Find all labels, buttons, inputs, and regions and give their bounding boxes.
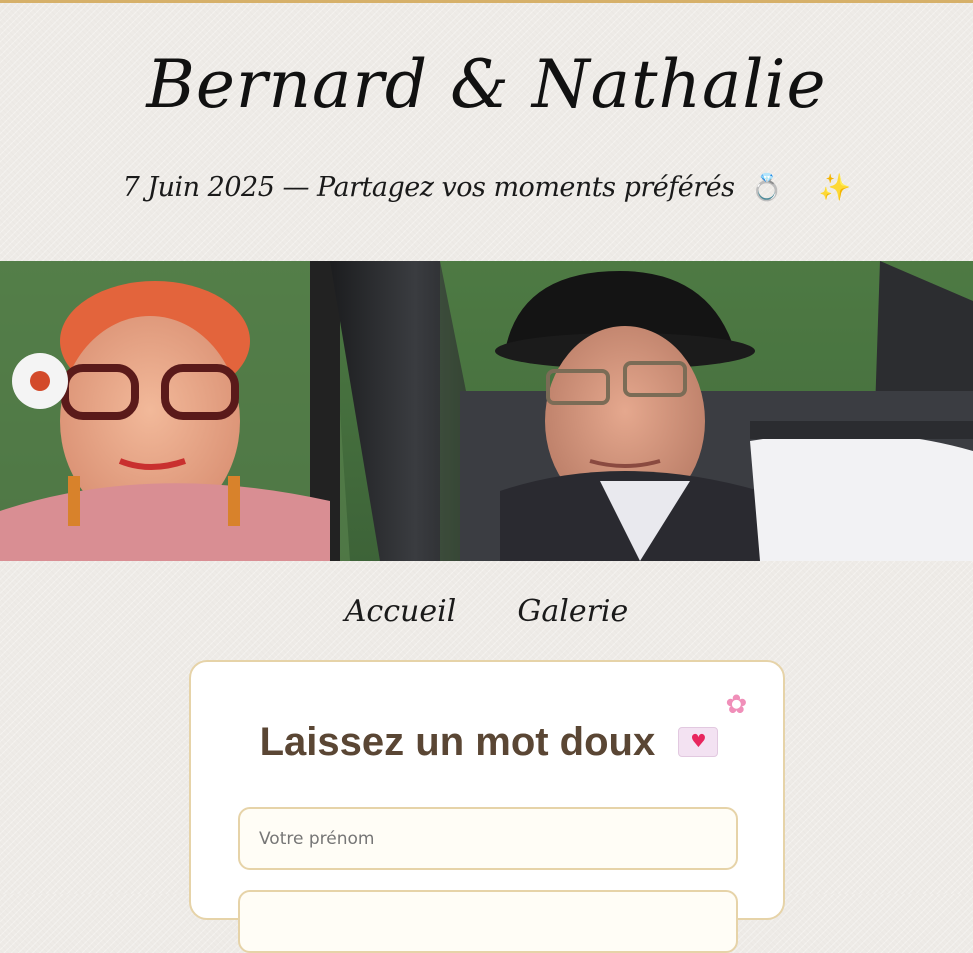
- site-title: Bernard & Nathalie: [146, 46, 827, 123]
- form-title-text: Laissez un mot doux: [259, 720, 656, 764]
- love-letter-icon: ♥ ✿: [678, 692, 747, 762]
- ring-icon: 💍: [750, 173, 783, 203]
- sparkles-icon: ✨: [818, 173, 851, 203]
- subtitle-text: 7 Juin 2025 — Partagez vos moments préfé…: [122, 172, 735, 203]
- site-header: Bernard & Nathalie 7 Juin 2025 — Partage…: [0, 0, 973, 261]
- nav-link-galerie[interactable]: Galerie: [517, 594, 628, 630]
- form-title: Laissez un mot doux ♥ ✿: [191, 692, 787, 764]
- site-subtitle: 7 Juin 2025 — Partagez vos moments préfé…: [0, 174, 973, 201]
- couple-photo-image: [0, 261, 973, 561]
- hero-photo: [0, 261, 973, 561]
- nav-link-accueil[interactable]: Accueil: [345, 594, 457, 630]
- main-nav: Accueil Galerie: [0, 594, 973, 638]
- message-form-card: Laissez un mot doux ♥ ✿: [189, 660, 787, 953]
- flower-icon: ✿: [725, 690, 748, 720]
- first-name-input[interactable]: [238, 807, 738, 870]
- message-input[interactable]: [238, 890, 738, 953]
